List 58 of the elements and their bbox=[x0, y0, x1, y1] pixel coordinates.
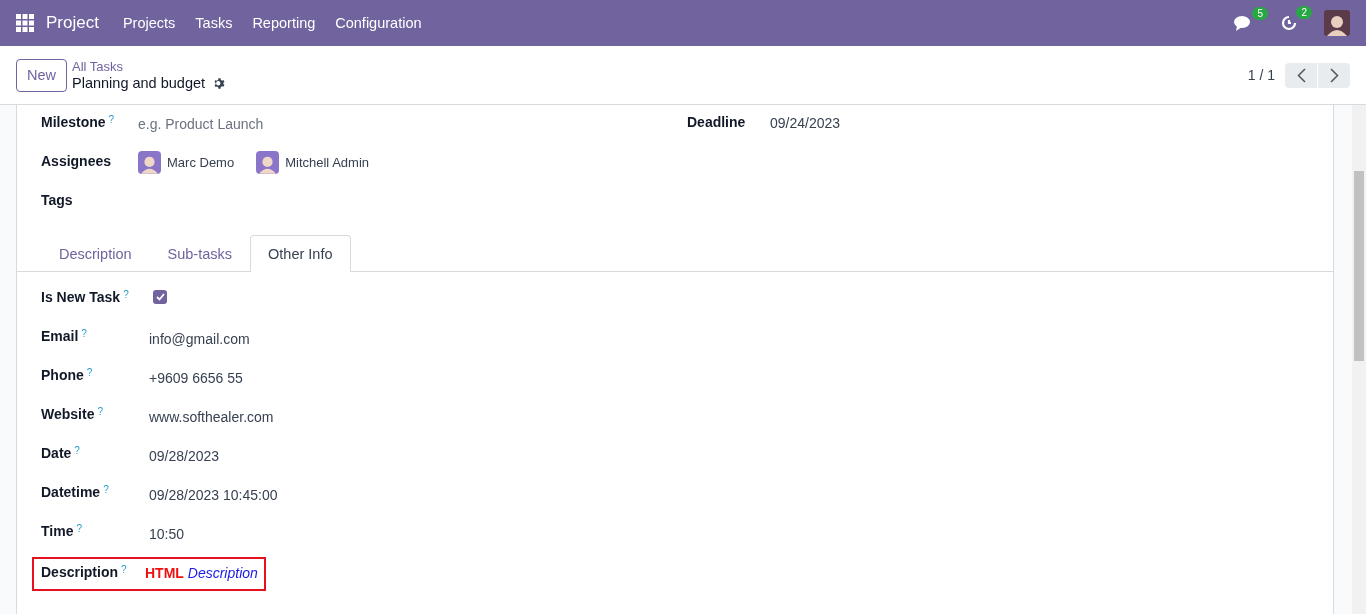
checkbox[interactable] bbox=[153, 290, 167, 304]
field-label: Is New Task bbox=[41, 289, 121, 305]
menu-item[interactable]: Reporting bbox=[252, 15, 316, 31]
help-tooltip-mark[interactable]: ? bbox=[76, 523, 82, 534]
field-label: Datetime bbox=[41, 484, 101, 500]
help-tooltip-mark[interactable]: ? bbox=[81, 328, 87, 339]
chevron-right-icon bbox=[1329, 67, 1339, 83]
field-label: Website bbox=[41, 406, 95, 422]
menu-item[interactable]: Configuration bbox=[335, 15, 422, 31]
help-tooltip-mark[interactable]: ? bbox=[103, 484, 109, 495]
help-tooltip-mark[interactable]: ? bbox=[108, 114, 115, 125]
field-value: 09/28/2023 10:45:00 bbox=[149, 486, 278, 503]
html-description-value: HTML Description bbox=[145, 564, 258, 581]
previous-button[interactable] bbox=[1285, 62, 1317, 88]
scrollbar-thumb[interactable] bbox=[1354, 171, 1364, 361]
field-label: Tags bbox=[41, 192, 73, 208]
help-tooltip-mark[interactable]: ? bbox=[123, 289, 129, 300]
menu-item[interactable]: Tasks bbox=[195, 15, 233, 31]
tab[interactable]: Description bbox=[41, 235, 150, 272]
breadcrumb-link[interactable]: All Tasks bbox=[72, 59, 227, 75]
apps-grid-icon[interactable] bbox=[16, 14, 34, 32]
field-label: Description bbox=[41, 564, 118, 580]
assignee-name[interactable]: Mitchell Admin bbox=[285, 155, 369, 170]
field-label: Date bbox=[41, 445, 72, 461]
field-value: info@gmail.com bbox=[149, 330, 250, 347]
pager-value: 1 / 1 bbox=[1247, 67, 1275, 83]
field-label: Assignees bbox=[41, 153, 112, 169]
clock-icon[interactable] bbox=[1280, 14, 1298, 32]
activity-count-badge: 2 bbox=[1296, 6, 1312, 19]
message-count-badge: 5 bbox=[1252, 6, 1268, 20]
field-label: Milestone bbox=[41, 114, 106, 130]
menu-item[interactable]: Projects bbox=[122, 15, 176, 31]
user-avatar[interactable] bbox=[1324, 10, 1350, 36]
field-value: 09/24/2023 bbox=[770, 114, 841, 131]
assignee-name[interactable]: Marc Demo bbox=[167, 155, 235, 170]
record-title: Planning and budget bbox=[72, 75, 206, 91]
help-tooltip-mark[interactable]: ? bbox=[86, 367, 93, 378]
next-button[interactable] bbox=[1318, 62, 1350, 88]
tab[interactable]: Sub-tasks bbox=[149, 235, 250, 272]
field-value: www.softhealer.com bbox=[149, 408, 274, 425]
help-tooltip-mark[interactable]: ? bbox=[97, 406, 103, 417]
field-value: 09/28/2023 bbox=[149, 447, 220, 464]
gear-icon[interactable] bbox=[213, 76, 227, 90]
user-avatar bbox=[256, 151, 280, 174]
field-label: Deadline bbox=[687, 114, 746, 130]
user-avatar bbox=[138, 151, 161, 174]
milestone-field[interactable]: e.g. Product Launch bbox=[138, 111, 264, 132]
new-button[interactable]: New bbox=[16, 58, 67, 92]
help-tooltip-mark[interactable]: ? bbox=[74, 445, 80, 456]
chevron-left-icon bbox=[1296, 67, 1306, 83]
app-title[interactable]: Project bbox=[46, 13, 99, 33]
field-value: +9609 6656 55 bbox=[149, 369, 243, 386]
field-label: Time bbox=[41, 523, 74, 539]
field-value: 10:50 bbox=[149, 525, 185, 542]
tab[interactable]: Other Info bbox=[250, 235, 351, 272]
help-tooltip-mark[interactable]: ? bbox=[121, 564, 127, 575]
field-label: Email bbox=[41, 328, 79, 344]
field-label: Phone bbox=[41, 367, 84, 383]
